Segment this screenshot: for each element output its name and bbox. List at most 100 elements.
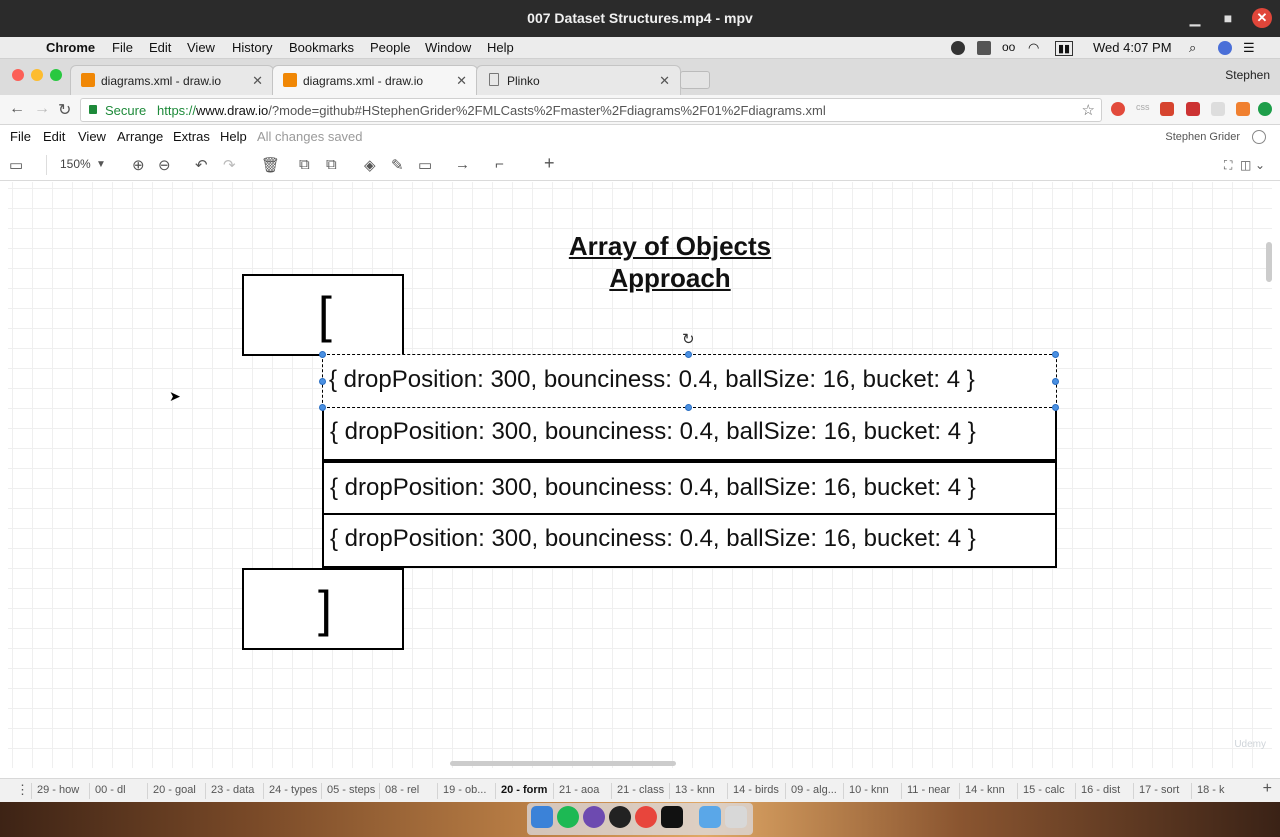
- extension-icon[interactable]: [1160, 102, 1174, 116]
- tray-app-icon[interactable]: [951, 41, 965, 55]
- fill-color-icon[interactable]: ◈: [364, 156, 376, 174]
- page-tab-active[interactable]: 20 - form: [501, 784, 547, 796]
- page-tab[interactable]: 19 - ob...: [443, 784, 486, 796]
- collapse-icon[interactable]: ⌄: [1255, 158, 1265, 172]
- page-tab[interactable]: 14 - knn: [965, 784, 1005, 796]
- globe-icon[interactable]: [1252, 130, 1266, 144]
- drawio-menu-edit[interactable]: Edit: [43, 129, 65, 144]
- drawio-menu-extras[interactable]: Extras: [173, 129, 210, 144]
- page-tab[interactable]: 08 - rel: [385, 784, 419, 796]
- page-tab[interactable]: 23 - data: [211, 784, 254, 796]
- tab-drawio-2[interactable]: diagrams.xml - draw.io ✕: [272, 65, 478, 95]
- app-icon[interactable]: [583, 806, 605, 828]
- page-tab[interactable]: 15 - calc: [1023, 784, 1065, 796]
- page-tab[interactable]: 10 - knn: [849, 784, 889, 796]
- undo-icon[interactable]: ↶: [195, 156, 208, 174]
- window-minimize-icon[interactable]: [31, 69, 43, 81]
- new-tab-button[interactable]: [680, 71, 710, 89]
- menu-view[interactable]: View: [187, 40, 215, 55]
- zoom-select[interactable]: 150%: [60, 157, 91, 171]
- page-tab[interactable]: 09 - alg...: [791, 784, 837, 796]
- profile-name[interactable]: Stephen: [1225, 68, 1270, 82]
- spotify-icon[interactable]: [557, 806, 579, 828]
- drawio-menu-view[interactable]: View: [78, 129, 106, 144]
- resize-handle[interactable]: [319, 404, 326, 411]
- opera-extension-icon[interactable]: [1111, 102, 1125, 116]
- resize-handle[interactable]: [319, 378, 326, 385]
- resize-handle[interactable]: [1052, 378, 1059, 385]
- rotate-handle-icon[interactable]: ↻: [682, 330, 695, 348]
- extension-badge-icon[interactable]: [1186, 102, 1200, 116]
- redo-icon[interactable]: ↷: [223, 156, 236, 174]
- minimize-icon[interactable]: ▁: [1185, 8, 1205, 28]
- window-close-icon[interactable]: [12, 69, 24, 81]
- back-icon[interactable]: ←: [9, 100, 25, 118]
- bookmark-star-icon[interactable]: ☆: [1082, 101, 1095, 119]
- waypoints-icon[interactable]: ⌐: [495, 156, 504, 173]
- menu-history[interactable]: History: [232, 40, 272, 55]
- drawio-menu-file[interactable]: File: [10, 129, 31, 144]
- extension-icon[interactable]: [1258, 102, 1272, 116]
- menu-window[interactable]: Window: [425, 40, 471, 55]
- resize-handle[interactable]: [1052, 404, 1059, 411]
- object-row[interactable]: { dropPosition: 300, bounciness: 0.4, ba…: [322, 408, 1057, 461]
- insert-icon[interactable]: +: [544, 153, 555, 174]
- spotlight-icon[interactable]: ⌕: [1189, 40, 1196, 56]
- resize-handle[interactable]: [685, 351, 692, 358]
- extension-icon[interactable]: [1211, 102, 1225, 116]
- page-tab[interactable]: 18 - k: [1197, 784, 1225, 796]
- tab-close-icon[interactable]: ✕: [252, 73, 263, 89]
- resize-handle[interactable]: [1052, 351, 1059, 358]
- zoom-out-icon[interactable]: ⊖: [158, 156, 171, 174]
- tab-close-icon[interactable]: ✕: [659, 73, 670, 89]
- page-tab[interactable]: 05 - steps: [327, 784, 375, 796]
- page-tab[interactable]: 11 - near: [907, 784, 950, 796]
- object-row[interactable]: { dropPosition: 300, bounciness: 0.4, ba…: [322, 515, 1057, 568]
- close-bracket-box[interactable]: ]: [242, 568, 404, 650]
- page-tab[interactable]: 14 - birds: [733, 784, 779, 796]
- menu-edit[interactable]: Edit: [149, 40, 171, 55]
- page-tab[interactable]: 00 - dl: [95, 784, 126, 796]
- css-extension-icon[interactable]: css: [1136, 102, 1150, 116]
- add-page-icon[interactable]: +: [1263, 780, 1272, 798]
- menu-help[interactable]: Help: [487, 40, 514, 55]
- page-tab[interactable]: 17 - sort: [1139, 784, 1179, 796]
- docker-icon[interactable]: [977, 41, 991, 55]
- clock[interactable]: Wed 4:07 PM: [1093, 40, 1172, 55]
- pages-menu-icon[interactable]: ⋮: [16, 782, 29, 798]
- diagram-title[interactable]: Array of Objects Approach: [478, 230, 862, 294]
- object-row[interactable]: { dropPosition: 300, bounciness: 0.4, ba…: [322, 461, 1057, 515]
- obs-icon[interactable]: [609, 806, 631, 828]
- resize-handle[interactable]: [319, 351, 326, 358]
- vertical-scrollbar[interactable]: [1266, 242, 1272, 282]
- horizontal-scrollbar[interactable]: [450, 761, 676, 766]
- page-tab[interactable]: 21 - aoa: [559, 784, 599, 796]
- terminal-icon[interactable]: [661, 806, 683, 828]
- wifi-icon[interactable]: ◠: [1028, 40, 1039, 56]
- drawio-menu-arrange[interactable]: Arrange: [117, 129, 163, 144]
- url-text[interactable]: https://www.draw.io/?mode=github#HStephe…: [157, 103, 826, 118]
- page-tab[interactable]: 16 - dist: [1081, 784, 1120, 796]
- object-row-selected[interactable]: { dropPosition: 300, bounciness: 0.4, ba…: [322, 354, 1057, 408]
- maximize-icon[interactable]: ■: [1218, 8, 1238, 28]
- resize-handle[interactable]: [685, 404, 692, 411]
- shadow-icon[interactable]: ▭: [418, 156, 432, 174]
- tab-close-icon[interactable]: ✕: [456, 73, 467, 89]
- to-front-icon[interactable]: ⧉: [299, 156, 310, 173]
- zoom-in-icon[interactable]: ⊕: [132, 156, 145, 174]
- tab-plinko[interactable]: Plinko ✕: [476, 65, 681, 95]
- window-zoom-icon[interactable]: [50, 69, 62, 81]
- chrome-icon[interactable]: [635, 806, 657, 828]
- page-tab[interactable]: 20 - goal: [153, 784, 196, 796]
- trash-icon[interactable]: [725, 806, 747, 828]
- line-color-icon[interactable]: ✎: [391, 156, 404, 174]
- delete-icon[interactable]: 🗑: [261, 156, 280, 174]
- to-back-icon[interactable]: ⧉: [326, 156, 337, 173]
- glasses-icon[interactable]: oo: [1002, 40, 1015, 54]
- connection-icon[interactable]: →: [455, 156, 470, 173]
- chevron-down-icon[interactable]: ▼: [96, 159, 106, 170]
- format-panel-icon[interactable]: ▭: [9, 156, 23, 174]
- drawio-menu-help[interactable]: Help: [220, 129, 247, 144]
- menu-bookmarks[interactable]: Bookmarks: [289, 40, 354, 55]
- siri-icon[interactable]: [1218, 41, 1232, 55]
